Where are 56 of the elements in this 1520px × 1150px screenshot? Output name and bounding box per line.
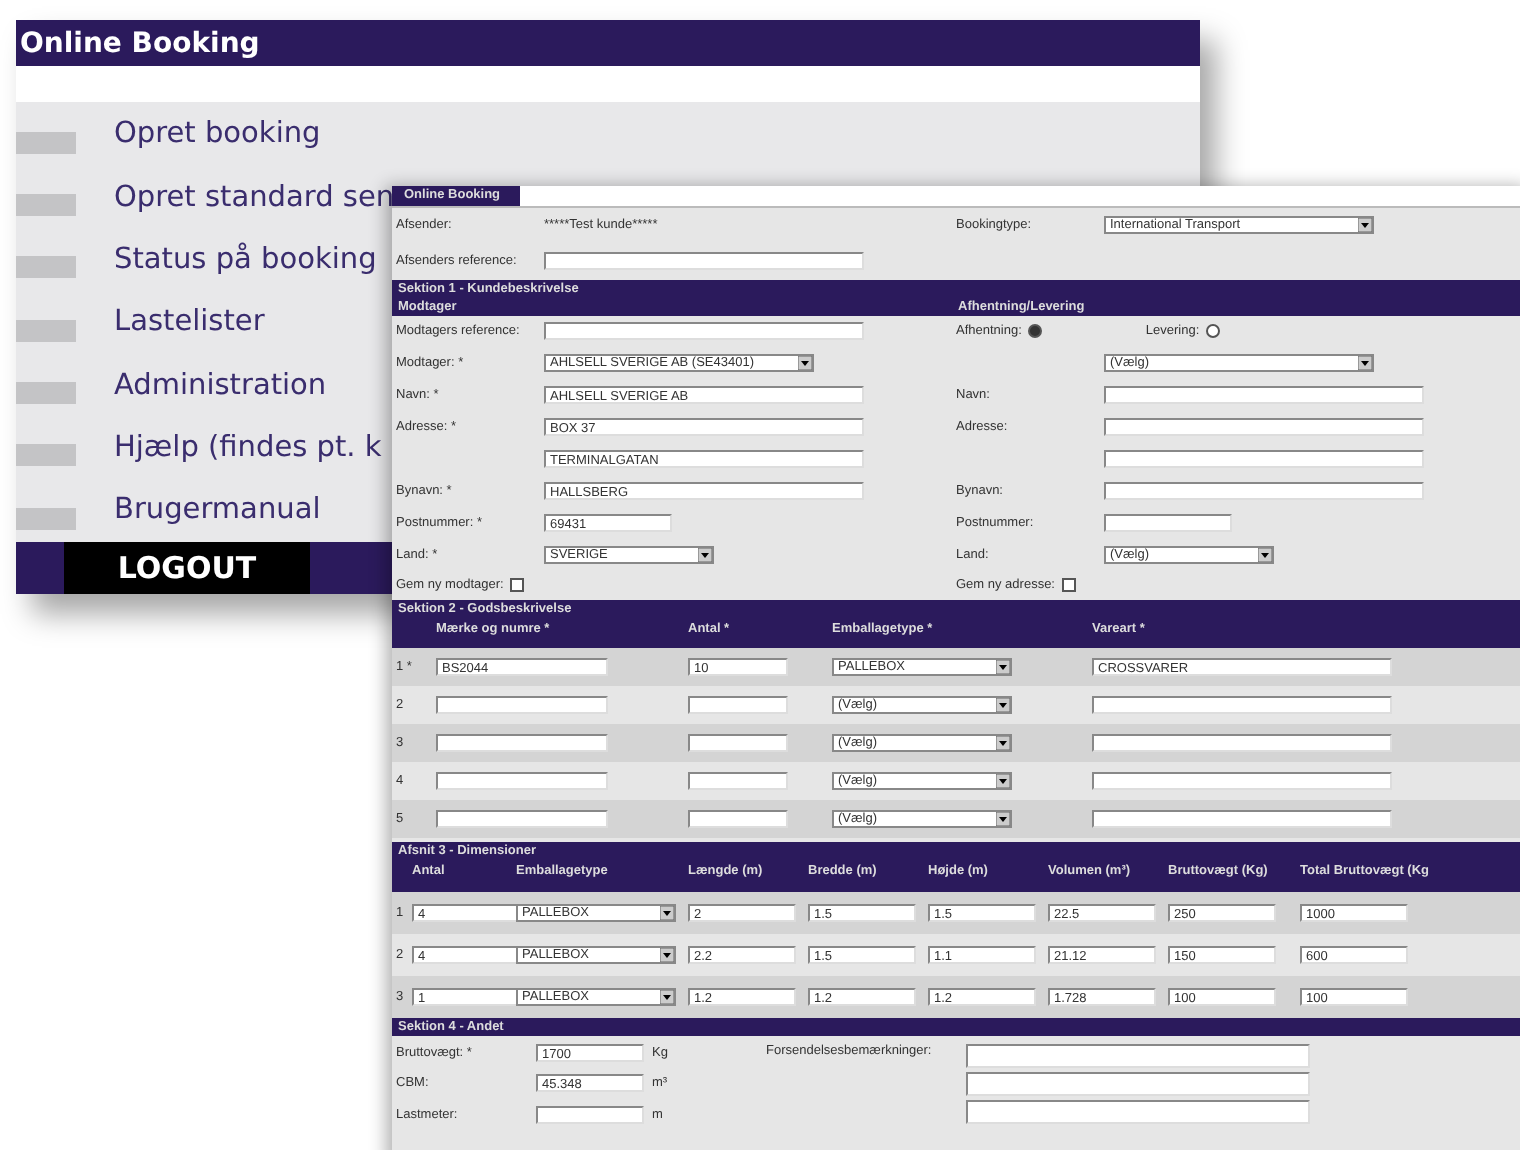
dropdown-arrow-icon xyxy=(660,906,674,920)
text-field[interactable] xyxy=(436,810,608,828)
dropdown-arrow-icon xyxy=(660,990,674,1004)
window-title: Online Booking xyxy=(20,27,260,60)
text-field[interactable] xyxy=(688,696,788,714)
text-field[interactable] xyxy=(966,1044,1310,1068)
menu-item[interactable]: Brugermanual xyxy=(114,494,321,527)
text-field[interactable] xyxy=(1092,810,1392,828)
dropdown-arrow-icon xyxy=(798,356,812,370)
dropdown-arrow-icon xyxy=(660,948,674,962)
text-field[interactable] xyxy=(1104,418,1424,436)
menu-bullet xyxy=(16,382,76,405)
radio-button[interactable] xyxy=(1027,324,1042,338)
dropdown-arrow-icon xyxy=(1258,548,1272,562)
text-field[interactable] xyxy=(688,772,788,790)
menu-bullet xyxy=(16,256,76,279)
menu-bullet xyxy=(16,507,76,530)
text-field[interactable] xyxy=(436,696,608,714)
menu-bullet xyxy=(16,319,76,342)
text-field[interactable] xyxy=(1092,734,1392,752)
checkbox[interactable] xyxy=(509,578,524,592)
menu-item[interactable]: Opret booking xyxy=(114,118,321,151)
text-field[interactable] xyxy=(1092,772,1392,790)
text-field[interactable] xyxy=(1104,386,1424,404)
text-field[interactable] xyxy=(1104,482,1424,500)
text-field[interactable] xyxy=(688,734,788,752)
text-field[interactable] xyxy=(536,1105,644,1124)
menu-item[interactable]: Status på booking xyxy=(114,243,377,276)
radio-button[interactable] xyxy=(1205,324,1220,338)
dropdown-arrow-icon xyxy=(996,698,1010,712)
text-field[interactable] xyxy=(1092,696,1392,714)
dropdown-arrow-icon xyxy=(996,774,1010,788)
menu-bullet xyxy=(16,131,76,154)
dropdown-arrow-icon xyxy=(1358,356,1372,370)
dropdown-arrow-icon xyxy=(698,548,712,562)
text-field[interactable] xyxy=(544,252,864,270)
dropdown-arrow-icon xyxy=(1358,218,1372,232)
menu-item[interactable]: Opret standard sen xyxy=(114,181,395,214)
text-field[interactable] xyxy=(688,810,788,828)
logout-button[interactable]: LOGOUT xyxy=(64,541,310,594)
menu-bullet xyxy=(16,194,76,217)
checkbox[interactable] xyxy=(1061,578,1075,592)
text-field[interactable] xyxy=(1104,514,1232,532)
menu-bullet xyxy=(16,444,76,467)
text-field[interactable] xyxy=(966,1072,1310,1096)
dropdown-arrow-icon xyxy=(996,812,1010,826)
text-field[interactable] xyxy=(966,1100,1310,1124)
text-field[interactable] xyxy=(544,322,864,340)
text-field[interactable] xyxy=(436,772,608,790)
text-field[interactable] xyxy=(1104,450,1424,468)
menu-item[interactable]: Hjælp (findes pt. k xyxy=(114,431,382,464)
menu-item[interactable]: Lastelister xyxy=(114,306,265,339)
text-field[interactable] xyxy=(436,734,608,752)
dropdown-arrow-icon xyxy=(996,660,1010,674)
menu-item[interactable]: Administration xyxy=(114,369,327,402)
dropdown-arrow-icon xyxy=(996,736,1010,750)
